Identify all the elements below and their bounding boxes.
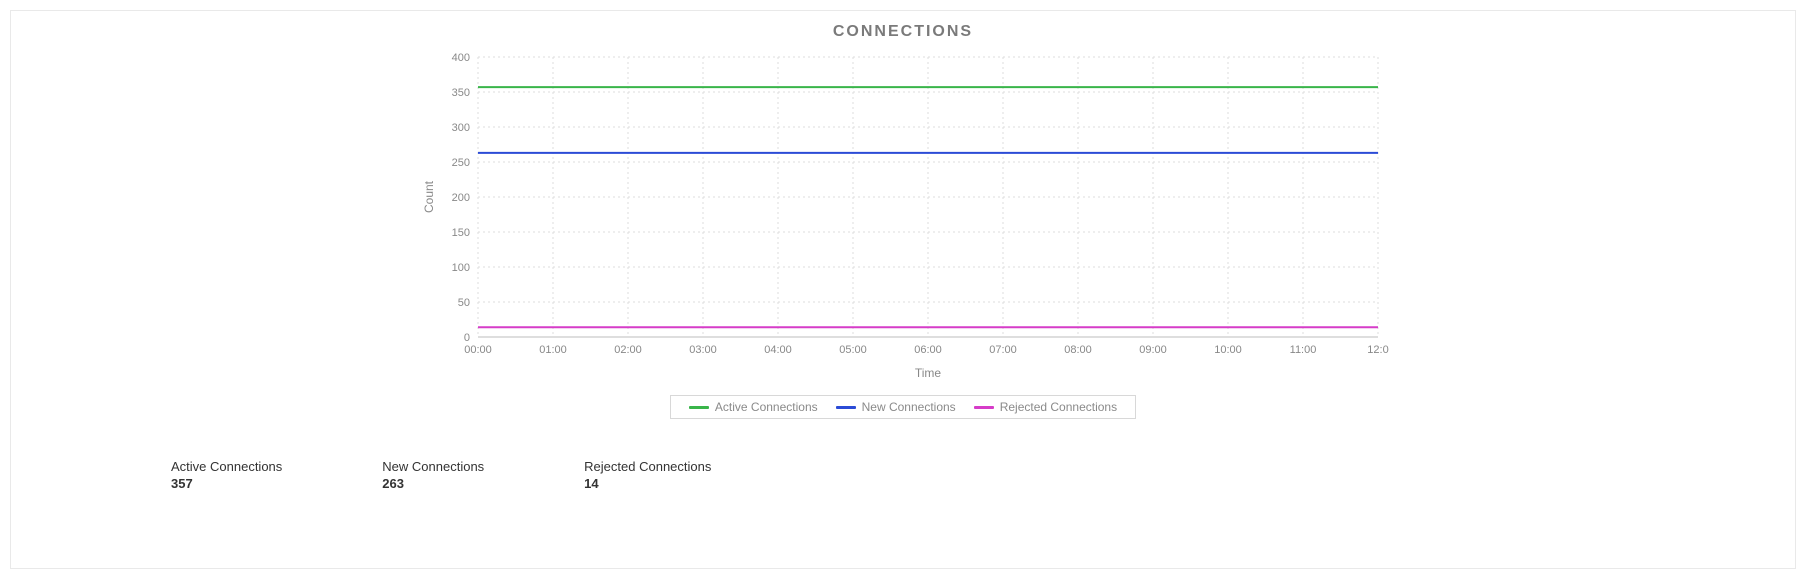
svg-text:200: 200 — [452, 192, 470, 204]
svg-text:09:00: 09:00 — [1139, 344, 1167, 356]
stat-active: Active Connections 357 — [171, 459, 282, 491]
svg-text:0: 0 — [464, 332, 470, 344]
svg-text:01:00: 01:00 — [539, 344, 567, 356]
svg-text:05:00: 05:00 — [839, 344, 867, 356]
svg-text:07:00: 07:00 — [989, 344, 1017, 356]
legend-swatch-active — [689, 406, 709, 409]
legend-swatch-new — [836, 406, 856, 409]
svg-text:00:00: 00:00 — [464, 344, 492, 356]
stat-rejected-value: 14 — [584, 476, 711, 491]
chart-title: CONNECTIONS — [31, 23, 1775, 41]
connections-chart: 0 50 100 150 200 250 300 350 400 00:00 01:00 02:00 0… — [408, 47, 1398, 387]
legend-label-active: Active Connections — [715, 400, 818, 414]
legend-swatch-rejected — [974, 406, 994, 409]
stat-active-label: Active Connections — [171, 459, 282, 474]
legend-label-new: New Connections — [862, 400, 956, 414]
chart-legend: Active Connections New Connections Rejec… — [31, 395, 1775, 419]
stat-new: New Connections 263 — [382, 459, 484, 491]
svg-text:04:00: 04:00 — [764, 344, 792, 356]
svg-text:150: 150 — [452, 227, 470, 239]
stat-rejected: Rejected Connections 14 — [584, 459, 711, 491]
legend-label-rejected: Rejected Connections — [1000, 400, 1117, 414]
svg-text:11:00: 11:00 — [1290, 344, 1317, 356]
stat-active-value: 357 — [171, 476, 282, 491]
stats-row: Active Connections 357 New Connections 2… — [171, 459, 1775, 491]
svg-text:350: 350 — [452, 87, 470, 99]
svg-text:12:0: 12:0 — [1367, 344, 1388, 356]
stat-rejected-label: Rejected Connections — [584, 459, 711, 474]
legend-item-rejected: Rejected Connections — [974, 400, 1117, 414]
svg-text:10:00: 10:00 — [1214, 344, 1242, 356]
legend-item-active: Active Connections — [689, 400, 818, 414]
svg-text:Count: Count — [422, 180, 436, 213]
svg-text:400: 400 — [452, 52, 470, 64]
chart-wrap: 0 50 100 150 200 250 300 350 400 00:00 01:00 02:00 0… — [31, 47, 1775, 387]
svg-text:08:00: 08:00 — [1064, 344, 1092, 356]
stat-new-value: 263 — [382, 476, 484, 491]
svg-text:03:00: 03:00 — [689, 344, 717, 356]
connections-panel: CONNECTIONS 0 50 100 150 200 250 300 350 400 00:0… — [10, 10, 1796, 569]
svg-text:250: 250 — [452, 157, 470, 169]
svg-text:50: 50 — [458, 297, 470, 309]
svg-text:100: 100 — [452, 262, 470, 274]
legend-item-new: New Connections — [836, 400, 956, 414]
svg-text:02:00: 02:00 — [614, 344, 642, 356]
svg-text:300: 300 — [452, 122, 470, 134]
legend-box: Active Connections New Connections Rejec… — [670, 395, 1136, 419]
svg-text:Time: Time — [915, 366, 942, 380]
svg-text:06:00: 06:00 — [914, 344, 942, 356]
stat-new-label: New Connections — [382, 459, 484, 474]
